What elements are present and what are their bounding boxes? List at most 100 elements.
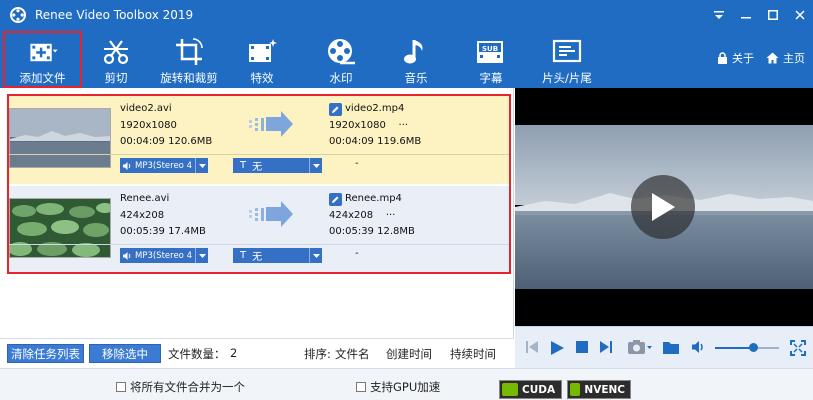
row-divider — [9, 244, 509, 245]
edit-output-icon[interactable] — [329, 102, 342, 116]
app-logo-icon — [10, 7, 26, 23]
output-settings-button[interactable]: ··· — [399, 120, 409, 131]
output-extra-value: - — [355, 248, 359, 259]
home-link[interactable]: 主页 — [766, 50, 805, 66]
subtitle-value: 无 — [252, 252, 263, 263]
crop-rotate-icon — [176, 38, 203, 65]
chevron-down-icon — [309, 158, 322, 173]
maximize-icon — [767, 10, 778, 20]
volume-slider-handle[interactable] — [749, 343, 758, 352]
window-title: Renee Video Toolbox 2019 — [35, 8, 194, 22]
audio-track-select[interactable]: MP3(Stereo 4 — [120, 248, 208, 263]
chevron-down-icon — [309, 248, 322, 263]
close-button[interactable] — [786, 0, 813, 30]
intro-outro-button[interactable]: 片头/片尾 — [538, 32, 596, 86]
minimize-icon — [740, 17, 751, 19]
intro-outro-icon — [552, 39, 582, 63]
volume-icon[interactable] — [691, 340, 706, 354]
skip-forward-icon[interactable] — [599, 340, 613, 354]
output-filename: video2.mp4 — [345, 103, 405, 114]
audio-track-select[interactable]: MP3(Stereo 4 — [120, 158, 208, 173]
remove-selected-button[interactable]: 移除选中 — [89, 344, 161, 363]
output-info: video2.mp4 1920x1080 ··· 00:04:09 119.6M… — [329, 101, 421, 151]
rotate-crop-button[interactable]: 旋转和裁剪 — [156, 32, 222, 86]
file-row[interactable]: video2.avi 1920x1080 00:04:09 120.6MB vi… — [9, 96, 509, 184]
file-count-label: 文件数量： — [168, 347, 226, 361]
add-file-label: 添加文件 — [19, 71, 66, 85]
cut-label: 剪切 — [104, 71, 128, 85]
video-thumbnail — [9, 198, 111, 258]
play-icon[interactable] — [549, 340, 565, 356]
cut-button[interactable]: 剪切 — [96, 32, 136, 86]
watermark-button[interactable]: 水印 — [322, 32, 360, 86]
film-add-icon — [29, 43, 58, 62]
play-overlay-button[interactable] — [631, 175, 695, 239]
chevron-down-icon — [195, 158, 208, 173]
sort-by-created-button[interactable]: 创建时间 — [386, 346, 432, 362]
about-link[interactable]: 关于 — [717, 50, 754, 66]
skip-back-icon[interactable] — [525, 340, 539, 354]
video-preview[interactable] — [515, 88, 813, 326]
file-count-value: 2 — [230, 346, 238, 360]
output-filename: Renee.mp4 — [345, 193, 402, 204]
subtitle-icon: SUB — [477, 41, 503, 63]
main-toolbar: 添加文件 剪切 旋转和裁剪 特效 水印 音乐 SUB 字幕 片头/片尾 关于 主… — [0, 30, 813, 88]
checkbox-box — [116, 382, 126, 392]
convert-arrow-icon — [249, 111, 293, 137]
source-resolution: 424x208 — [120, 209, 165, 221]
audio-track-value: MP3(Stereo 4 — [135, 160, 192, 171]
file-row[interactable]: Renee.avi 424x208 00:05:39 17.4MB Renee.… — [9, 186, 509, 274]
volume-slider-fill — [715, 347, 753, 349]
output-settings-button[interactable]: ··· — [386, 210, 396, 221]
fullscreen-icon[interactable] — [790, 340, 806, 356]
stop-icon[interactable] — [575, 340, 589, 354]
watermark-label: 水印 — [329, 71, 353, 85]
nvidia-logo-icon — [502, 383, 518, 396]
speaker-icon — [123, 161, 131, 170]
file-list: video2.avi 1920x1080 00:04:09 120.6MB vi… — [0, 88, 514, 338]
close-icon — [794, 10, 805, 20]
top-right-links: 关于 主页 — [717, 50, 805, 66]
source-info: video2.avi 1920x1080 00:04:09 120.6MB — [120, 101, 212, 151]
merge-files-label: 将所有文件合并为一个 — [130, 380, 245, 394]
music-note-icon — [404, 40, 423, 64]
svg-text:SUB: SUB — [482, 45, 498, 53]
edit-output-icon[interactable] — [329, 192, 342, 206]
sort-by-duration-button[interactable]: 持续时间 — [450, 346, 496, 362]
menu-icon — [713, 11, 724, 19]
source-resolution: 1920x1080 — [120, 119, 177, 131]
source-duration-size: 00:04:09 120.6MB — [120, 136, 213, 147]
subtitle-value: 无 — [252, 162, 263, 173]
merge-files-checkbox[interactable]: 将所有文件合并为一个 — [116, 379, 245, 395]
subtitle-button[interactable]: SUB 字幕 — [472, 32, 510, 86]
convert-arrow-icon — [249, 201, 293, 227]
maximize-button[interactable] — [759, 0, 786, 30]
effects-label: 特效 — [250, 71, 274, 85]
intro-outro-label: 片头/片尾 — [542, 71, 592, 85]
rotate-crop-label: 旋转和裁剪 — [160, 71, 218, 85]
minimize-button[interactable] — [732, 0, 759, 30]
subtitle-select[interactable]: T 无 — [233, 158, 322, 173]
clear-task-list-button[interactable]: 清除任务列表 — [7, 344, 84, 363]
gpu-acceleration-checkbox[interactable]: 支持GPU加速 — [356, 379, 440, 395]
sort-by-name-button[interactable]: 文件名 — [335, 346, 370, 362]
camera-icon[interactable] — [627, 338, 653, 356]
subtitle-select[interactable]: T 无 — [233, 248, 322, 263]
subtitle-text-icon: T — [240, 250, 247, 261]
music-button[interactable]: 音乐 — [398, 32, 434, 86]
cuda-label: CUDA — [522, 383, 556, 396]
cuda-badge: CUDA — [499, 380, 562, 399]
thumbnail-image — [10, 109, 110, 167]
add-file-button[interactable]: 添加文件 — [3, 31, 82, 88]
effects-button[interactable]: 特效 — [244, 32, 280, 86]
checkbox-box — [356, 382, 366, 392]
menu-dropdown-button[interactable] — [705, 0, 732, 30]
list-action-bar: 清除任务列表 移除选中 文件数量： 2 排序: 文件名 创建时间 持续时间 — [0, 338, 514, 368]
window-controls — [705, 0, 813, 30]
audio-track-value: MP3(Stereo 4 — [135, 250, 192, 261]
film-reel-icon — [328, 39, 355, 65]
output-info: Renee.mp4 424x208 ··· 00:05:39 12.8MB — [329, 191, 415, 241]
output-duration-size: 00:05:39 12.8MB — [329, 226, 415, 237]
source-filename: Renee.avi — [120, 193, 170, 204]
folder-icon[interactable] — [662, 340, 680, 355]
